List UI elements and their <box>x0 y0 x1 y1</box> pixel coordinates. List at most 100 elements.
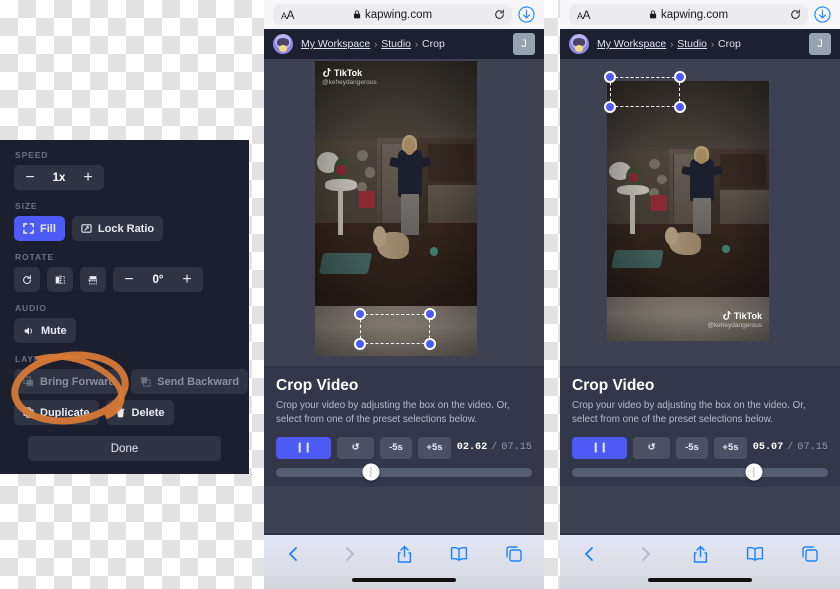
workspace-avatar[interactable] <box>273 34 293 54</box>
app-breadcrumb-header: My Workspace › Studio › Crop J <box>264 29 544 59</box>
chevron-left-icon[interactable] <box>284 544 304 564</box>
breadcrumb-studio[interactable]: Studio <box>677 38 707 50</box>
text-size-button[interactable]: AA <box>281 8 295 22</box>
speed-increase-button[interactable]: + <box>74 165 102 190</box>
lock-ratio-button[interactable]: Lock Ratio <box>71 216 164 241</box>
crop-selection-box[interactable] <box>354 308 436 350</box>
crop-selection-box[interactable] <box>604 71 686 113</box>
delete-button[interactable]: Delete <box>105 400 174 425</box>
crop-selection-border <box>360 314 430 344</box>
url-field[interactable]: AA kapwing.com <box>273 4 512 25</box>
flip-horizontal-button[interactable] <box>47 267 73 292</box>
rotate-degree-stepper[interactable]: − 0° + <box>113 267 203 292</box>
crop-handle-bottom-right[interactable] <box>674 101 686 113</box>
speed-section: SPEED − 1x + <box>14 150 235 190</box>
send-backward-button[interactable]: Send Backward <box>131 369 249 394</box>
account-avatar-button[interactable]: J <box>513 33 535 55</box>
share-icon[interactable] <box>690 544 710 564</box>
crop-description: Crop your video by adjusting the box on … <box>572 400 806 425</box>
download-icon[interactable] <box>814 6 831 23</box>
chevron-right-icon <box>339 544 359 564</box>
chevron-left-icon[interactable] <box>580 544 600 564</box>
app-breadcrumb-header: My Workspace › Studio › Crop J <box>560 29 840 59</box>
delete-label: Delete <box>131 406 165 419</box>
send-backward-label: Send Backward <box>157 375 240 388</box>
tiktok-watermark: TikTok @keheydangerous <box>322 68 377 86</box>
crop-title: Crop Video <box>276 377 359 394</box>
rewind-5s-button[interactable]: -5s <box>675 436 709 459</box>
reload-icon[interactable] <box>494 9 505 20</box>
size-label: SIZE <box>15 201 38 211</box>
safari-address-bar: AA kapwing.com <box>264 0 544 29</box>
share-icon[interactable] <box>394 544 414 564</box>
timeline-knob[interactable] <box>745 463 763 481</box>
crop-handle-bottom-right[interactable] <box>424 338 436 350</box>
rotate-increase-button[interactable]: + <box>173 267 201 292</box>
breadcrumb-my-workspace[interactable]: My Workspace <box>301 38 370 50</box>
rotate-decrease-button[interactable]: − <box>115 267 143 292</box>
timeline-scrubber[interactable] <box>572 463 828 481</box>
crop-handle-top-left[interactable] <box>604 71 616 83</box>
crop-handle-bottom-left[interactable] <box>354 338 366 350</box>
restart-button[interactable]: ↺ <box>337 436 374 459</box>
timecode: 05.07 / 07.15 <box>753 442 828 453</box>
video-stage[interactable]: TikTok @keheydangerous <box>560 59 840 366</box>
book-icon[interactable] <box>449 544 469 564</box>
video-preview[interactable]: TikTok @keheydangerous <box>607 81 769 341</box>
breadcrumb-studio[interactable]: Studio <box>381 38 411 50</box>
video-preview[interactable]: TikTok @keheydangerous <box>315 61 477 356</box>
workspace-avatar[interactable] <box>569 34 589 54</box>
done-button[interactable]: Done <box>28 436 221 461</box>
phone-screenshot-before: AA kapwing.com My Workspace › Studio › C… <box>264 0 544 589</box>
timeline-knob[interactable] <box>362 463 380 481</box>
tiktok-note-icon <box>722 311 731 321</box>
home-indicator <box>648 578 752 582</box>
breadcrumb: My Workspace › Studio › Crop <box>301 38 445 50</box>
tabs-icon[interactable] <box>504 544 524 564</box>
video-editor-settings-panel: SPEED − 1x + SIZE Fill Lock Ratio ROTATE… <box>0 140 249 474</box>
mute-button[interactable]: Mute <box>14 318 76 343</box>
timeline-scrubber[interactable] <box>276 463 532 481</box>
chevron-right-icon <box>635 544 655 564</box>
bring-forward-button[interactable]: Bring Forward <box>14 369 125 394</box>
speed-stepper[interactable]: − 1x + <box>14 165 104 190</box>
rotate-cw-icon <box>21 274 33 286</box>
fill-button[interactable]: Fill <box>14 216 65 241</box>
speed-decrease-button[interactable]: − <box>16 165 44 190</box>
layer-section: LAYER Bring Forward Send Backward Duplic… <box>14 354 249 425</box>
tabs-icon[interactable] <box>800 544 820 564</box>
account-avatar-button[interactable]: J <box>809 33 831 55</box>
flip-horizontal-icon <box>54 274 66 286</box>
rewind-5s-button[interactable]: -5s <box>379 436 413 459</box>
crop-handle-top-right[interactable] <box>674 71 686 83</box>
duplicate-icon <box>23 407 34 418</box>
play-pause-button[interactable]: ❙❙ <box>276 436 332 459</box>
crop-controls-panel: Crop Video Crop your video by adjusting … <box>264 366 544 487</box>
speed-label: SPEED <box>15 150 49 160</box>
crop-handle-top-left[interactable] <box>354 308 366 320</box>
book-icon[interactable] <box>745 544 765 564</box>
duplicate-button[interactable]: Duplicate <box>14 400 99 425</box>
play-pause-button[interactable]: ❙❙ <box>572 436 628 459</box>
rotate-cw-button[interactable] <box>14 267 40 292</box>
url-field[interactable]: AA kapwing.com <box>569 4 808 25</box>
current-time: 05.07 <box>752 442 784 454</box>
time-separator: / <box>491 442 498 454</box>
text-size-button[interactable]: AA <box>577 8 591 22</box>
restart-button[interactable]: ↺ <box>633 436 670 459</box>
crop-handle-bottom-left[interactable] <box>604 101 616 113</box>
lock-icon <box>649 10 657 19</box>
breadcrumb: My Workspace › Studio › Crop <box>597 38 741 50</box>
reload-icon[interactable] <box>790 9 801 20</box>
phone-screenshot-after: AA kapwing.com My Workspace › Studio › C… <box>560 0 840 589</box>
video-stage[interactable]: TikTok @keheydangerous <box>264 59 544 366</box>
download-icon[interactable] <box>518 6 535 23</box>
forward-5s-button[interactable]: +5s <box>714 436 747 459</box>
crop-description: Crop your video by adjusting the box on … <box>276 400 510 425</box>
flip-vertical-button[interactable] <box>80 267 106 292</box>
forward-5s-button[interactable]: +5s <box>418 436 451 459</box>
crop-handle-top-right[interactable] <box>424 308 436 320</box>
expand-icon <box>23 223 34 234</box>
breadcrumb-my-workspace[interactable]: My Workspace <box>597 38 666 50</box>
tiktok-handle-label: @keheydangerous <box>707 322 762 329</box>
